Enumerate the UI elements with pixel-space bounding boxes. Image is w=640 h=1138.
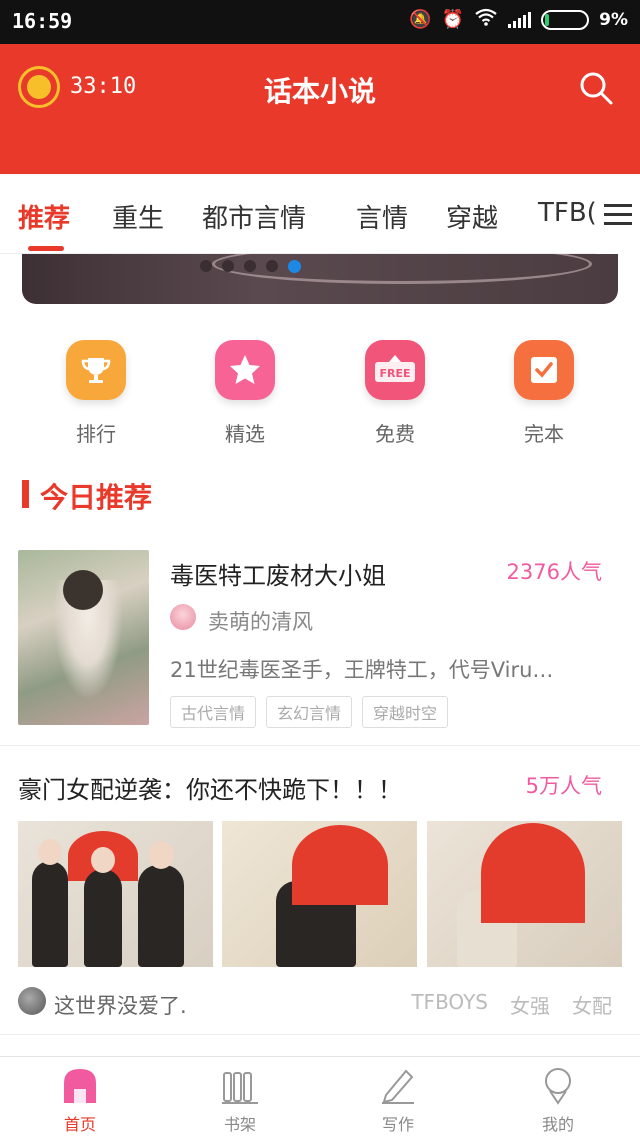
quick-ranking-label: 排行 — [76, 422, 116, 446]
quick-free[interactable]: FREE 免费 — [345, 340, 445, 447]
book-tags: 古代言情 玄幻言情 穿越时空 — [170, 696, 449, 728]
wifi-icon — [474, 8, 498, 31]
book-tag[interactable]: 女强 — [510, 990, 550, 1019]
free-icon: FREE — [365, 340, 425, 400]
search-icon[interactable] — [578, 70, 614, 106]
book-tag[interactable]: 穿越时空 — [362, 696, 449, 728]
nav-write[interactable]: 写作 — [338, 1065, 458, 1135]
battery-fill — [545, 13, 550, 26]
tab-tfboys[interactable]: TFB( — [538, 198, 597, 228]
tab-active-indicator — [28, 246, 64, 251]
carousel-dot[interactable] — [244, 260, 256, 272]
trophy-icon — [66, 340, 126, 400]
book-tag[interactable]: 古代言情 — [170, 696, 257, 728]
nav-bookshelf[interactable]: 书架 — [180, 1065, 300, 1135]
svg-text:FREE: FREE — [379, 367, 410, 380]
book-tags: TFBOYS 女强 女配 — [411, 990, 612, 1019]
carousel-dot[interactable] — [266, 260, 278, 272]
app-title: 话本小说 — [263, 75, 376, 108]
book-image[interactable] — [427, 821, 622, 967]
status-time: 16:59 — [12, 9, 73, 33]
battery-icon — [541, 9, 590, 30]
section-marker — [22, 480, 29, 508]
tab-urban-romance[interactable]: 都市言情 — [202, 198, 306, 235]
book-description: 21世纪毒医圣手，王牌特工，代号Viru… — [170, 658, 554, 682]
quick-featured-label: 精选 — [225, 422, 265, 446]
signal-icon — [508, 11, 532, 28]
book-popularity: 5万人气 — [525, 774, 602, 798]
book-image[interactable] — [222, 821, 417, 967]
profile-icon — [538, 1065, 578, 1105]
quick-featured[interactable]: 精选 — [195, 340, 295, 447]
check-icon — [514, 340, 574, 400]
category-tabs: 推荐 重生 都市言情 言情 穿越 TFB( — [0, 174, 640, 254]
bookshelf-icon — [220, 1065, 260, 1105]
pen-icon — [378, 1065, 418, 1105]
carousel-dot[interactable] — [222, 260, 234, 272]
tabs-menu-icon[interactable] — [596, 174, 640, 254]
carousel-dot-active[interactable] — [288, 260, 301, 273]
tab-romance[interactable]: 言情 — [356, 198, 408, 235]
author-name[interactable]: 卖萌的清风 — [208, 606, 313, 636]
home-icon — [60, 1065, 100, 1105]
star-icon — [215, 340, 275, 400]
section-title: 今日推荐 — [40, 481, 153, 514]
nav-profile-label: 我的 — [541, 1115, 574, 1134]
battery-percent: 9% — [599, 9, 628, 30]
divider — [0, 745, 640, 746]
nav-home-label: 首页 — [63, 1115, 96, 1134]
tab-recommend[interactable]: 推荐 — [18, 198, 70, 235]
status-icons: 🔕 ⏰ 9% — [409, 8, 628, 31]
book-tag[interactable]: 女配 — [572, 990, 612, 1019]
book-cover[interactable] — [18, 550, 149, 725]
mute-icon: 🔕 — [409, 9, 432, 30]
bottom-nav: 首页 书架 写作 我的 — [0, 1056, 640, 1138]
quick-completed-label: 完本 — [524, 422, 564, 446]
book-title[interactable]: 豪门女配逆袭：你还不快跪下！！！ — [18, 770, 402, 805]
nav-write-label: 写作 — [381, 1115, 414, 1134]
nav-profile[interactable]: 我的 — [498, 1065, 618, 1135]
book-popularity: 2376人气 — [506, 560, 602, 584]
divider — [0, 1034, 640, 1035]
tab-rebirth[interactable]: 重生 — [112, 198, 164, 235]
tab-time-travel[interactable]: 穿越 — [446, 198, 498, 235]
quick-free-label: 免费 — [375, 422, 415, 446]
nav-home[interactable]: 首页 — [20, 1065, 140, 1135]
author-avatar[interactable] — [18, 987, 46, 1015]
carousel-dot[interactable] — [200, 260, 212, 272]
quick-completed[interactable]: 完本 — [494, 340, 594, 447]
book-title[interactable]: 毒医特工废材大小姐 — [170, 556, 386, 591]
nav-bookshelf-label: 书架 — [223, 1115, 256, 1134]
book-tag[interactable]: 玄幻言情 — [266, 696, 353, 728]
author-avatar[interactable] — [170, 604, 196, 630]
author-name[interactable]: 这世界没爱了. — [54, 990, 187, 1020]
alarm-icon: ⏰ — [441, 9, 465, 30]
quick-ranking[interactable]: 排行 — [46, 340, 146, 447]
book-tag[interactable]: TFBOYS — [411, 990, 488, 1019]
status-bar: 16:59 🔕 ⏰ 9% — [0, 0, 640, 44]
carousel-dots — [200, 260, 301, 273]
book-image[interactable] — [18, 821, 213, 967]
banner-carousel[interactable] — [22, 254, 618, 304]
